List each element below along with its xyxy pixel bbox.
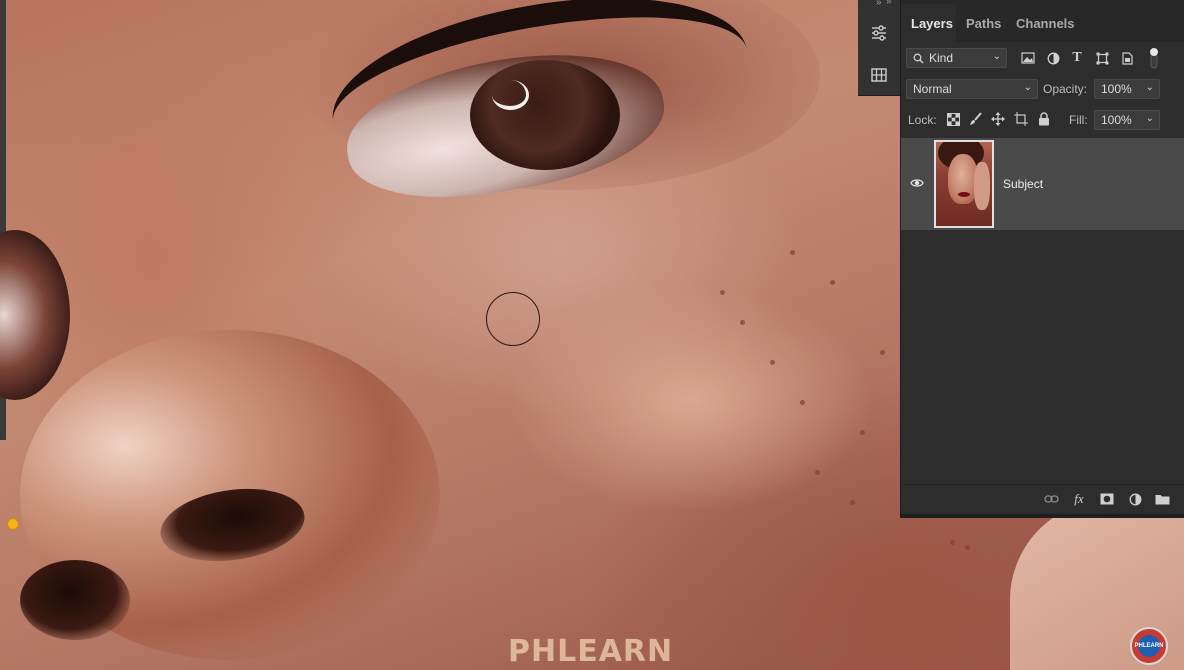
layer-row[interactable]: Subject <box>901 138 1184 230</box>
photo-freckle <box>880 350 885 355</box>
fill-input[interactable]: 100% ⌄ <box>1094 110 1160 130</box>
tab-channels[interactable]: Channels <box>1016 16 1075 31</box>
filter-type-icon[interactable]: T <box>1068 49 1086 67</box>
photo-freckle <box>800 400 805 405</box>
panel-tabs: Layers Paths Channels <box>901 0 1184 42</box>
brush-cursor <box>486 292 540 346</box>
photo-freckle <box>720 290 725 295</box>
filter-pixel-icon[interactable] <box>1019 49 1037 67</box>
logo-text: PHLEARN <box>1134 643 1164 649</box>
collapse-panels-icon[interactable]: » <box>876 0 882 8</box>
photo-freckle <box>830 280 835 285</box>
chevron-down-icon: ⌄ <box>992 51 1001 62</box>
adjustments-icon[interactable] <box>866 20 892 46</box>
layer-style-fx-icon[interactable]: fx <box>1071 491 1087 507</box>
filter-toggle-switch[interactable] <box>1145 46 1163 70</box>
photo-freckle <box>815 470 820 475</box>
photo-freckle <box>740 320 745 325</box>
fill-value: 100% <box>1101 113 1132 127</box>
chevron-down-icon: ⌄ <box>1145 113 1154 124</box>
chevron-down-icon: ⌄ <box>1023 82 1032 93</box>
link-layers-icon[interactable] <box>1043 491 1059 507</box>
filter-smart-object-icon[interactable] <box>1118 49 1136 67</box>
lock-artboard-icon[interactable] <box>1012 110 1030 128</box>
tab-paths[interactable]: Paths <box>966 16 1001 31</box>
chevron-down-icon: ⌄ <box>1145 82 1154 93</box>
photo-freckle <box>860 430 865 435</box>
panel-menu-icon[interactable]: » <box>886 0 892 7</box>
new-group-folder-icon[interactable] <box>1154 491 1170 507</box>
lock-label: Lock: <box>908 113 937 127</box>
photo-freckle <box>965 545 970 550</box>
opacity-value: 100% <box>1101 82 1132 96</box>
panel-icon-strip <box>858 0 901 96</box>
filter-adjustment-icon[interactable] <box>1044 49 1062 67</box>
photo-freckle <box>850 500 855 505</box>
layer-name[interactable]: Subject <box>1003 177 1043 191</box>
lock-image-pixels-icon[interactable] <box>967 110 985 128</box>
photo-freckle <box>950 540 955 545</box>
photo-freckle <box>790 250 795 255</box>
thumbnail-lips <box>958 192 970 197</box>
phlearn-logo: PHLEARN <box>1130 627 1168 665</box>
libraries-icon[interactable] <box>866 62 892 88</box>
new-adjustment-layer-icon[interactable] <box>1127 491 1143 507</box>
filter-kind-label: Kind <box>929 51 954 65</box>
lock-position-icon[interactable] <box>989 110 1007 128</box>
layer-thumbnail[interactable] <box>934 140 994 228</box>
tab-layers[interactable]: Layers <box>911 16 953 31</box>
fill-label: Fill: <box>1069 113 1088 127</box>
thumbnail-hand <box>974 162 990 210</box>
opacity-label: Opacity: <box>1043 82 1088 96</box>
pin-marker[interactable] <box>7 518 19 530</box>
add-mask-icon[interactable] <box>1099 491 1115 507</box>
photo-freckle <box>770 360 775 365</box>
search-icon <box>913 53 924 64</box>
visibility-eye-icon[interactable] <box>910 177 924 189</box>
layers-panel: Layers Paths Channels Kind ⌄ T Normal ⌄ … <box>900 0 1184 518</box>
photo-nostril <box>20 560 130 640</box>
lock-all-icon[interactable] <box>1035 110 1053 128</box>
opacity-input[interactable]: 100% ⌄ <box>1094 79 1160 99</box>
blend-mode-select[interactable]: Normal ⌄ <box>906 79 1038 99</box>
lock-transparent-pixels-icon[interactable] <box>944 110 962 128</box>
panel-bottom-divider <box>900 514 1184 518</box>
blend-mode-value: Normal <box>913 82 952 96</box>
watermark-text: PHLEARN <box>508 634 674 669</box>
filter-shape-icon[interactable] <box>1093 49 1111 67</box>
layers-bottom-bar: fx <box>901 484 1184 515</box>
filter-kind-select[interactable]: Kind ⌄ <box>906 48 1007 68</box>
photo-left-eye <box>0 230 70 400</box>
